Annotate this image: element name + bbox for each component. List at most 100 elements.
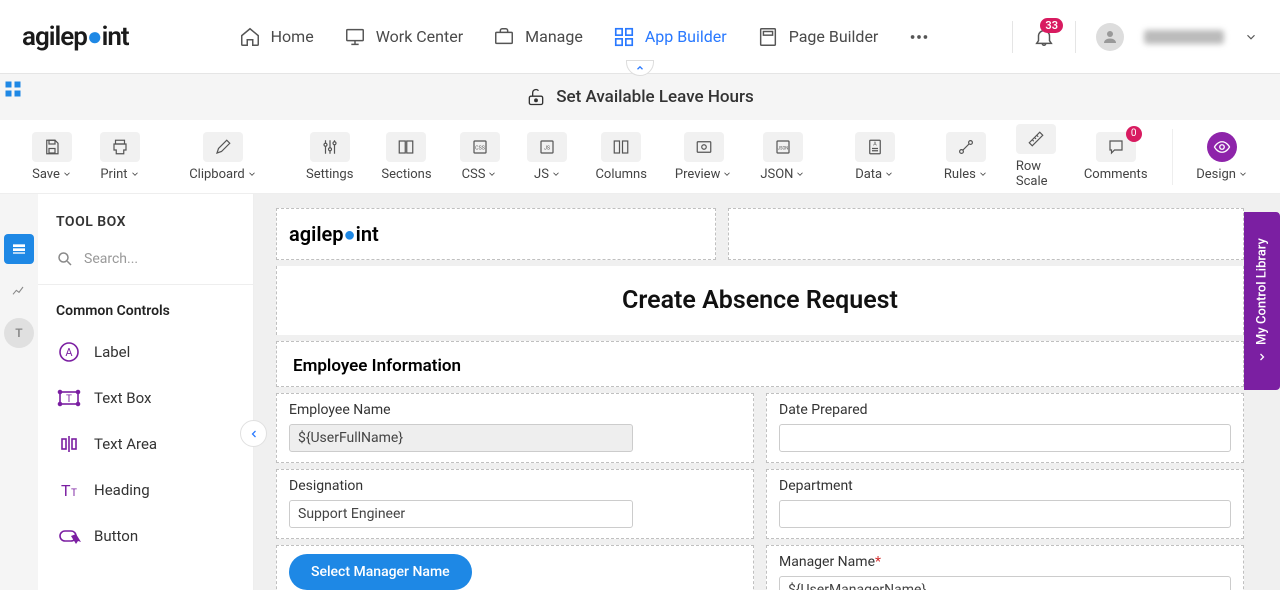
- nav-app-builder[interactable]: App Builder: [613, 26, 727, 48]
- toolbar: Save Print Clipboard Settings Sections C…: [0, 120, 1280, 194]
- app-switcher-icon[interactable]: [4, 80, 22, 98]
- context-bar: Set Available Leave Hours: [0, 74, 1280, 120]
- svg-text:JS: JS: [544, 145, 550, 151]
- js-icon: JS: [527, 132, 567, 162]
- rowscale-button[interactable]: Row Scale: [1008, 124, 1064, 189]
- preview-button[interactable]: Preview: [667, 132, 740, 182]
- field-manager-name[interactable]: Manager Name*: [766, 545, 1244, 590]
- divider: [1172, 129, 1173, 185]
- control-textarea[interactable]: Text Area: [38, 421, 253, 467]
- field-label: Designation: [289, 478, 741, 494]
- rail-analytics[interactable]: [4, 276, 34, 306]
- employee-name-input[interactable]: [289, 424, 633, 452]
- control-label-text: Label: [94, 343, 130, 361]
- search-wrap: [38, 244, 253, 285]
- control-textbox[interactable]: T Text Box: [38, 375, 253, 421]
- field-designation[interactable]: Designation: [276, 469, 754, 539]
- control-textbox-text: Text Box: [94, 389, 151, 407]
- control-textarea-text: Text Area: [94, 435, 157, 453]
- print-button[interactable]: Print: [92, 132, 148, 182]
- notifications-button[interactable]: 33: [1033, 26, 1055, 48]
- form-title[interactable]: Create Absence Request: [276, 266, 1244, 335]
- manager-name-input[interactable]: [779, 576, 1231, 590]
- nav-manage-label: Manage: [525, 27, 583, 46]
- textarea-icon: [56, 431, 82, 457]
- comments-badge: 0: [1126, 126, 1142, 142]
- top-right-controls: 33: [1012, 21, 1258, 53]
- control-label[interactable]: A Label: [38, 329, 253, 375]
- save-icon: [32, 132, 72, 162]
- collapse-topbar-button[interactable]: [626, 60, 654, 76]
- field-employee-name[interactable]: Employee Name: [276, 393, 754, 463]
- svg-text:CSS: CSS: [475, 145, 485, 151]
- comments-button[interactable]: 0 Comments: [1076, 132, 1156, 182]
- clipboard-button[interactable]: Clipboard: [181, 132, 265, 182]
- svg-text:JSON: JSON: [778, 146, 789, 151]
- button-icon: [56, 523, 82, 549]
- search-input[interactable]: [84, 251, 235, 267]
- save-button[interactable]: Save: [24, 132, 80, 182]
- username[interactable]: [1144, 30, 1224, 44]
- date-prepared-input[interactable]: [779, 424, 1231, 452]
- section-employee-info[interactable]: Employee Information: [276, 341, 1244, 387]
- sections-button[interactable]: Sections: [373, 132, 439, 182]
- data-button[interactable]: A Data: [847, 132, 903, 182]
- field-select-manager[interactable]: Select Manager Name: [276, 545, 754, 590]
- css-icon: CSS: [460, 132, 500, 162]
- control-button-text: Button: [94, 527, 138, 545]
- grid-icon: [613, 26, 635, 48]
- rail-text[interactable]: T: [4, 318, 34, 348]
- nav-more[interactable]: [908, 26, 930, 48]
- nav-home[interactable]: Home: [239, 26, 314, 48]
- nav-page-builder[interactable]: Page Builder: [757, 26, 879, 48]
- department-input[interactable]: [779, 500, 1231, 528]
- field-department[interactable]: Department: [766, 469, 1244, 539]
- control-heading[interactable]: TT Heading: [38, 467, 253, 513]
- comments-icon: 0: [1096, 132, 1136, 162]
- chevron-down-icon[interactable]: [1244, 30, 1258, 44]
- label-icon: A: [56, 339, 82, 365]
- field-date-prepared[interactable]: Date Prepared: [766, 393, 1244, 463]
- pencil-icon: [203, 132, 243, 162]
- my-control-library-panel[interactable]: My Control Library: [1244, 212, 1280, 390]
- form-header-logo-cell[interactable]: agilep●int: [276, 208, 716, 260]
- designation-input[interactable]: [289, 500, 633, 528]
- briefcase-icon: [493, 26, 515, 48]
- form-canvas[interactable]: agilep●int Create Absence Request Employ…: [254, 194, 1280, 590]
- design-button[interactable]: Design: [1188, 132, 1256, 182]
- avatar[interactable]: [1096, 23, 1124, 51]
- collapse-sidebar-button[interactable]: [240, 420, 267, 447]
- rules-button[interactable]: Rules: [936, 132, 996, 182]
- search-icon: [56, 250, 74, 268]
- right-panel-label: My Control Library: [1255, 239, 1270, 346]
- control-button[interactable]: Button: [38, 513, 253, 559]
- form-header-empty-cell[interactable]: [728, 208, 1244, 260]
- context-title: Set Available Leave Hours: [556, 87, 754, 107]
- lock-open-icon: [526, 87, 546, 107]
- field-label: Employee Name: [289, 402, 741, 418]
- json-button[interactable]: JSON JSON: [752, 132, 813, 182]
- textbox-icon: T: [56, 385, 82, 411]
- js-button[interactable]: JS JS: [519, 132, 575, 182]
- sections-icon: [386, 132, 426, 162]
- nav-page-builder-label: Page Builder: [789, 27, 879, 46]
- rail-toolbox[interactable]: [4, 234, 34, 264]
- field-label: Manager Name*: [779, 554, 1231, 570]
- columns-button[interactable]: Columns: [587, 132, 655, 182]
- nav-home-label: Home: [271, 27, 314, 46]
- control-group-title: Common Controls: [38, 285, 253, 329]
- nav-manage[interactable]: Manage: [493, 26, 583, 48]
- settings-button[interactable]: Settings: [298, 132, 361, 182]
- print-icon: [100, 132, 140, 162]
- field-label: Department: [779, 478, 1231, 494]
- page-icon: [757, 26, 779, 48]
- home-icon: [239, 26, 261, 48]
- select-manager-button[interactable]: Select Manager Name: [289, 554, 472, 590]
- svg-text:T: T: [66, 394, 72, 405]
- data-icon: A: [855, 132, 895, 162]
- css-button[interactable]: CSS CSS: [452, 132, 508, 182]
- svg-text:A: A: [65, 346, 73, 359]
- monitor-icon: [344, 26, 366, 48]
- sliders-icon: [310, 132, 350, 162]
- nav-work-center[interactable]: Work Center: [344, 26, 463, 48]
